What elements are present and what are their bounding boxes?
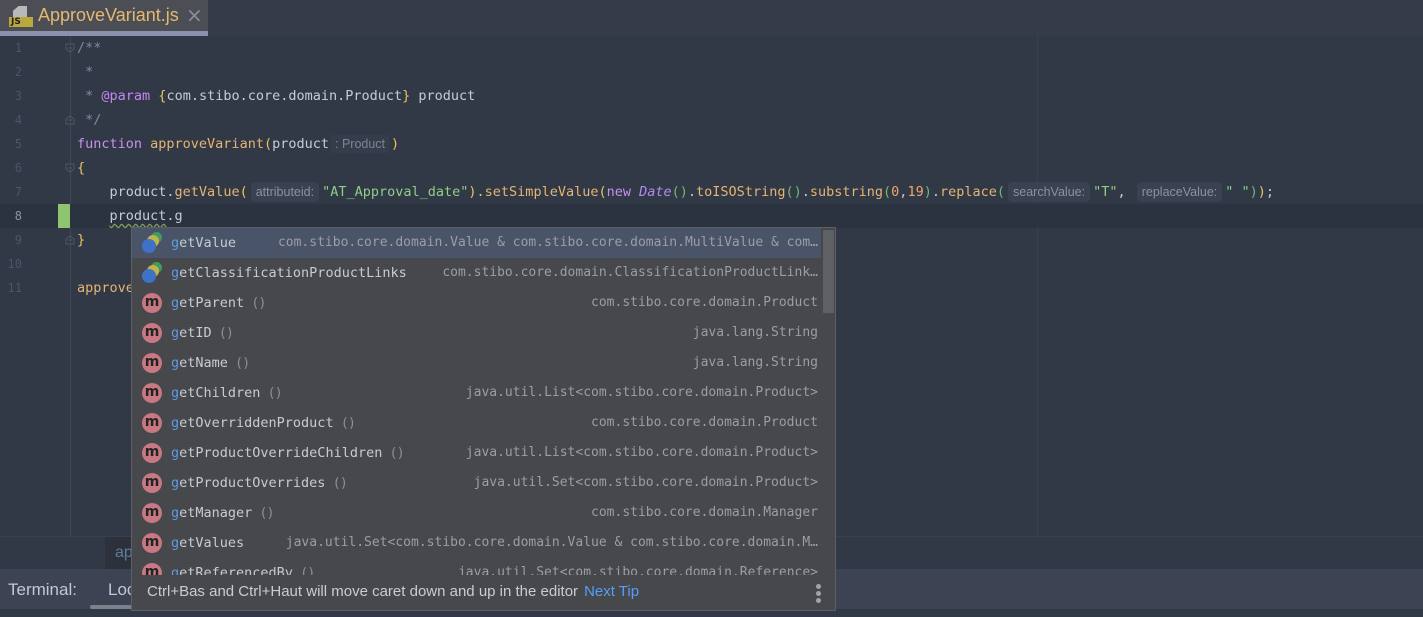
fold-end-icon[interactable] xyxy=(65,115,75,125)
completion-item-type: java.util.Set<com.stibo.core.domain.Prod… xyxy=(473,475,818,490)
completion-item-type: com.stibo.core.domain.Value & com.stibo.… xyxy=(277,235,818,250)
completion-item[interactable]: m getValues java.util.Set<com.stibo.core.d… xyxy=(132,528,822,558)
completion-item[interactable]: m getManager () com.stibo.core.domain.Mana… xyxy=(132,498,822,528)
line-number: 2 xyxy=(14,65,22,79)
method-icon: m xyxy=(142,353,162,373)
method-icon: m xyxy=(142,323,162,343)
code-line-8-current: 8 product.g xyxy=(0,204,1423,228)
code-line-3: 3 * @param {com.stibo.core.domain.Produc… xyxy=(0,84,1423,108)
code-text: /** xyxy=(77,40,102,56)
code-text: function approveVariant(product: Product… xyxy=(77,135,400,153)
completion-item[interactable]: m getID () java.lang.String xyxy=(132,318,822,348)
completion-item-type: java.util.List<com.stibo.core.domain.Pro… xyxy=(465,445,818,460)
type-hint: : Product xyxy=(331,135,390,153)
completion-item-name: getID () xyxy=(171,325,234,341)
code-line-5: 5 function approveVariant(product: Produ… xyxy=(0,132,1423,156)
method-icon: m xyxy=(142,293,162,313)
completion-item-name: getChildren () xyxy=(171,385,283,401)
code-text: product.g xyxy=(109,208,183,224)
line-number: 1 xyxy=(14,41,22,55)
completion-item-name: getProductOverrides () xyxy=(171,475,348,491)
code-line-6: 6 { xyxy=(0,156,1423,180)
completion-tip-bar: Ctrl+Bas and Ctrl+Haut will move caret d… xyxy=(132,575,835,610)
completion-item[interactable]: m getProductOverrideChildren () java.util.… xyxy=(132,438,822,468)
close-tab-icon[interactable]: × xyxy=(186,3,203,27)
parameter-hint: searchValue: xyxy=(1008,182,1091,202)
completion-item[interactable]: m getChildren () java.util.List<com.stibo.… xyxy=(132,378,822,408)
completion-item-name: getProductOverrideChildren () xyxy=(171,445,405,461)
property-icon xyxy=(141,232,165,254)
next-tip-link[interactable]: Next Tip xyxy=(584,583,639,600)
method-icon: m xyxy=(142,503,162,523)
code-text: */ xyxy=(77,112,102,128)
parameter-hint: replaceValue: xyxy=(1136,182,1223,202)
line-number: 8 xyxy=(14,209,22,223)
completion-scrollbar-thumb[interactable] xyxy=(823,230,834,313)
completion-item[interactable]: m getProductOverrides () java.util.Set<com… xyxy=(132,468,822,498)
code-text: } xyxy=(77,232,86,248)
method-icon: m xyxy=(142,473,162,493)
line-number: 7 xyxy=(14,185,22,199)
parameter-hint: attributeid: xyxy=(250,182,320,202)
completion-item-type: com.stibo.core.domain.ClassificationProd… xyxy=(442,265,818,280)
tab-approvevariant-js[interactable]: JS ApproveVariant.js × xyxy=(0,0,208,31)
tab-title: ApproveVariant.js xyxy=(38,5,179,25)
line-number: 9 xyxy=(14,233,22,247)
completion-item-type: java.util.Set<com.stibo.core.domain.Valu… xyxy=(285,535,818,550)
completion-item-type: java.util.List<com.stibo.core.domain.Pro… xyxy=(465,385,818,400)
completion-item[interactable]: m getOverriddenProduct () com.stibo.core.d… xyxy=(132,408,822,438)
completion-item[interactable]: getValue com.stibo.core.domain.Value & co… xyxy=(132,228,822,258)
code-text: approve xyxy=(77,280,134,296)
code-line-2: 2 * xyxy=(0,60,1423,84)
completion-item-name: getOverriddenProduct () xyxy=(171,415,356,431)
method-icon: m xyxy=(142,413,162,433)
fold-icon[interactable] xyxy=(65,163,75,173)
code-text: * xyxy=(77,64,94,80)
editor-tab-bar: JS ApproveVariant.js × xyxy=(0,0,1423,36)
property-icon xyxy=(141,262,165,284)
completion-item-type: com.stibo.core.domain.Product xyxy=(591,415,818,430)
line-number: 4 xyxy=(14,113,22,127)
completion-item-name: getParent () xyxy=(171,295,267,311)
completion-item-type: java.lang.String xyxy=(692,325,818,340)
completion-item-name: getClassificationProductLinks xyxy=(171,265,407,281)
completion-item-name: getName () xyxy=(171,355,250,371)
code-text: { xyxy=(77,160,86,176)
completion-item-type: com.stibo.core.domain.Manager xyxy=(591,505,818,520)
completion-item-name: getValues xyxy=(171,535,245,551)
completion-item[interactable]: m getParent () com.stibo.core.domain.Produ… xyxy=(132,288,822,318)
line-number: 10 xyxy=(7,257,22,271)
fold-icon[interactable] xyxy=(65,43,75,53)
line-number: 6 xyxy=(14,161,22,175)
code-text: * @param {com.stibo.core.domain.Product}… xyxy=(77,88,476,104)
code-completion-popup[interactable]: getValue com.stibo.core.domain.Value & co… xyxy=(131,227,836,611)
line-number: 3 xyxy=(14,89,22,103)
line-number: 11 xyxy=(7,281,22,295)
line-number: 5 xyxy=(14,137,22,151)
terminal-label: Terminal: xyxy=(8,580,77,599)
code-line-4: 4 */ xyxy=(0,108,1423,132)
completion-item[interactable]: getClassificationProductLinks com.stibo.c… xyxy=(132,258,822,288)
method-icon: m xyxy=(142,443,162,463)
more-options-icon[interactable] xyxy=(816,584,822,603)
completion-item-name: getValue xyxy=(171,235,237,251)
code-text: product.getValue(attributeid: "AT_Approva… xyxy=(77,182,1275,202)
js-file-icon: JS xyxy=(9,6,33,28)
code-line-7: 7 product.getValue(attributeid: "AT_Appro… xyxy=(0,180,1423,204)
completion-item-type: java.lang.String xyxy=(692,355,818,370)
completion-item-type: com.stibo.core.domain.Product xyxy=(591,295,818,310)
change-marker[interactable] xyxy=(58,204,70,228)
fold-end-icon[interactable] xyxy=(65,235,75,245)
completion-item-name: getManager () xyxy=(171,505,275,521)
tip-text: Ctrl+Bas and Ctrl+Haut will move caret d… xyxy=(147,583,640,600)
method-icon: m xyxy=(142,383,162,403)
method-icon: m xyxy=(142,533,162,553)
completion-item[interactable]: m getName () java.lang.String xyxy=(132,348,822,378)
code-line-1: 1 /** xyxy=(0,36,1423,60)
